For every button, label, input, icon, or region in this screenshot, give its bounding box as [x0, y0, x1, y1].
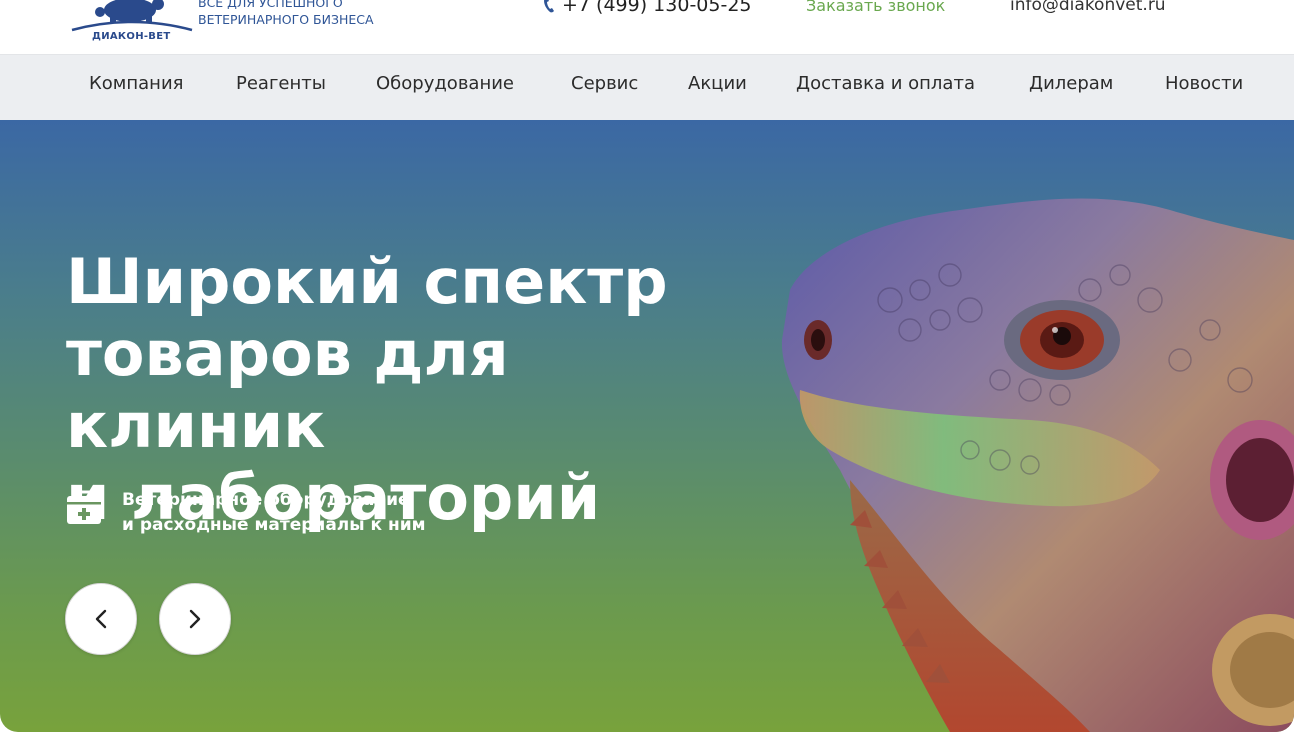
callback-link[interactable]: Заказать звонок — [806, 0, 945, 15]
chevron-right-icon — [189, 609, 201, 629]
phone-link[interactable]: +7 (499) 130-05-25 — [542, 0, 752, 16]
headline-line-2: товаров для клиник — [66, 317, 509, 462]
nav-item-reagents[interactable]: Реагенты — [236, 73, 326, 94]
nav-item-news[interactable]: Новости — [1165, 73, 1243, 94]
hero-banner: Широкий спектр товаров для клиник и лабо… — [0, 120, 1294, 732]
chevron-left-icon — [95, 609, 107, 629]
phone-number: +7 (499) 130-05-25 — [562, 0, 752, 16]
nav-item-promotions[interactable]: Акции — [688, 73, 747, 94]
slogan-line-2: ВЕТЕРИНАРНОГО БИЗНЕСА — [198, 12, 374, 27]
headline-line-1: Широкий спектр — [66, 245, 668, 318]
subtitle-line-2: и расходные материалы к ним — [122, 515, 426, 535]
iguana-image — [781, 198, 1294, 732]
slider-next-button[interactable] — [159, 583, 231, 655]
nav-item-company[interactable]: Компания — [89, 73, 183, 94]
subtitle-line-1: Ветеринарное оборудование — [122, 490, 410, 510]
logo-text: ДИАКОН-ВЕТ — [92, 31, 171, 42]
hero-subtitle: Ветеринарное оборудование и расходные ма… — [66, 488, 426, 538]
slider-prev-button[interactable] — [65, 583, 137, 655]
slogan: ВСЁ ДЛЯ УСПЕШНОГО ВЕТЕРИНАРНОГО БИЗНЕСА — [198, 0, 374, 28]
main-nav: Компания Реагенты Оборудование Сервис Ак… — [0, 54, 1294, 120]
nav-item-service[interactable]: Сервис — [571, 73, 638, 94]
site-header: ДИАКОН-ВЕТ ВСЁ ДЛЯ УСПЕШНОГО ВЕТЕРИНАРНО… — [0, 0, 1294, 54]
nav-item-equipment[interactable]: Оборудование — [376, 73, 514, 94]
phone-icon — [544, 0, 554, 13]
email-link[interactable]: info@diakonvet.ru — [1010, 0, 1166, 15]
nav-item-dealers[interactable]: Дилерам — [1029, 73, 1113, 94]
nav-item-delivery[interactable]: Доставка и оплата — [796, 73, 975, 94]
medical-kit-icon — [67, 490, 101, 524]
slogan-line-1: ВСЁ ДЛЯ УСПЕШНОГО — [198, 0, 343, 10]
hero-subtitle-text: Ветеринарное оборудование и расходные ма… — [122, 488, 426, 538]
